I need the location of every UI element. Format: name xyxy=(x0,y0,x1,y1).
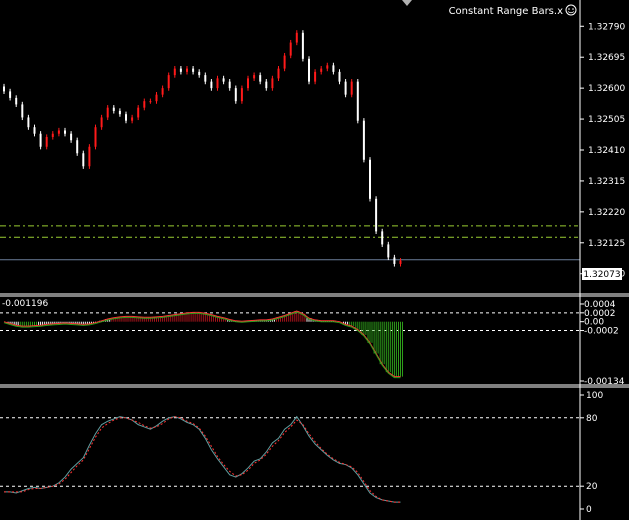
candle-body xyxy=(15,97,18,105)
stoch-tick-label: 100 xyxy=(586,391,603,401)
osma-signal-line xyxy=(3,310,401,378)
candle-body xyxy=(186,68,188,72)
expert-advisor-label: Constant Range Bars.x xyxy=(449,6,563,17)
candle-body xyxy=(173,68,176,76)
candle-body xyxy=(39,133,42,147)
price-tick-label: 1.32695 xyxy=(588,53,625,63)
candle-body xyxy=(94,127,97,147)
candle-body xyxy=(137,107,140,118)
candle-body xyxy=(381,231,384,245)
candle-body xyxy=(192,68,195,72)
candle-body xyxy=(399,260,402,264)
candle-body xyxy=(100,117,103,128)
candle-body xyxy=(265,81,268,89)
osma-value-label: -0.001196 xyxy=(2,299,48,309)
candle-body xyxy=(356,81,359,121)
price-tick-label: 1.32220 xyxy=(588,208,625,218)
candle-body xyxy=(112,107,115,111)
candle-body xyxy=(179,68,182,72)
candle-body xyxy=(320,68,323,72)
candle-body xyxy=(155,94,158,102)
price-tick-label: 1.32315 xyxy=(588,177,625,187)
candle-body xyxy=(289,42,292,56)
price-tick-label: 1.32600 xyxy=(588,84,625,94)
price-tick-label: 1.32125 xyxy=(588,239,625,249)
candle-body xyxy=(375,198,378,232)
candle-body xyxy=(295,32,298,43)
candle-body xyxy=(27,117,30,128)
candle-body xyxy=(45,136,48,147)
candle-body xyxy=(3,86,5,92)
candle-body xyxy=(247,78,249,89)
candle-body xyxy=(344,81,347,95)
stochastic-axis: 100 80 20 0 xyxy=(580,391,603,515)
candle-body xyxy=(131,117,134,121)
candle-body xyxy=(125,114,127,121)
candle-body xyxy=(326,65,329,69)
candle-body xyxy=(57,130,60,134)
candle-body xyxy=(393,257,396,264)
candle-body xyxy=(82,153,85,167)
candle-body xyxy=(204,75,207,82)
candle-body xyxy=(210,81,213,89)
candle-body xyxy=(118,110,121,115)
stoch-main-line xyxy=(4,415,401,503)
candle-body xyxy=(167,75,170,89)
candle-body xyxy=(362,120,365,160)
candle-body xyxy=(350,81,353,95)
candle-body xyxy=(301,32,304,59)
candle-body xyxy=(332,65,335,72)
candle-body xyxy=(33,127,36,134)
candle-body xyxy=(51,133,54,137)
candle-body xyxy=(253,75,256,79)
candle-body xyxy=(234,88,237,102)
candle-body xyxy=(283,55,286,69)
stoch-tick-label: 20 xyxy=(586,482,598,492)
chart-shift-marker[interactable] xyxy=(402,0,412,6)
candle-body xyxy=(387,244,390,258)
candle-body xyxy=(216,78,219,89)
candle-body xyxy=(70,133,73,141)
candle-body xyxy=(277,68,280,79)
price-tick-label: 1.32410 xyxy=(588,146,625,156)
osma-tick-label: -0.00134 xyxy=(584,377,625,387)
candle-body xyxy=(198,71,201,76)
osma-axis: 0.00040.00020.00-0.0002-0.00134 xyxy=(580,300,625,387)
candle-body xyxy=(259,75,262,82)
candle-body xyxy=(271,78,274,89)
stochastic-pane xyxy=(0,415,580,503)
price-pane xyxy=(0,30,580,267)
candle-body xyxy=(314,71,317,82)
candle-body xyxy=(149,101,152,103)
chart-canvas: Constant Range Bars.x 1.327901.326951.32… xyxy=(0,0,629,520)
smiley-icon[interactable] xyxy=(565,4,577,16)
stoch-tick-label: 0 xyxy=(586,505,592,515)
candle-body xyxy=(240,88,243,102)
price-tick-label: 1.32505 xyxy=(588,115,625,125)
candle-body xyxy=(21,104,24,118)
candle-body xyxy=(143,101,146,108)
price-axis: 1.32790 1.32695 1.32600 1.32505 1.32410 1.323… xyxy=(580,22,625,280)
candle-body xyxy=(369,159,371,199)
stoch-tick-label: 80 xyxy=(586,414,598,424)
price-tick-label: 1.32790 xyxy=(588,22,625,32)
candle-body xyxy=(222,78,225,82)
candle-body xyxy=(88,146,91,167)
current-price-label: 1.32073 xyxy=(583,270,620,280)
candle-body xyxy=(308,58,310,82)
osma-pane xyxy=(0,310,580,379)
candle-body xyxy=(161,88,164,95)
candle-body xyxy=(338,71,341,82)
candle-body xyxy=(228,81,231,89)
stoch-signal-line xyxy=(4,416,401,503)
candle-body xyxy=(106,107,109,118)
osma-tick-label: -0.0002 xyxy=(584,327,619,337)
candle-body xyxy=(9,91,12,98)
candle-body xyxy=(64,130,66,134)
candle-body xyxy=(76,140,79,154)
